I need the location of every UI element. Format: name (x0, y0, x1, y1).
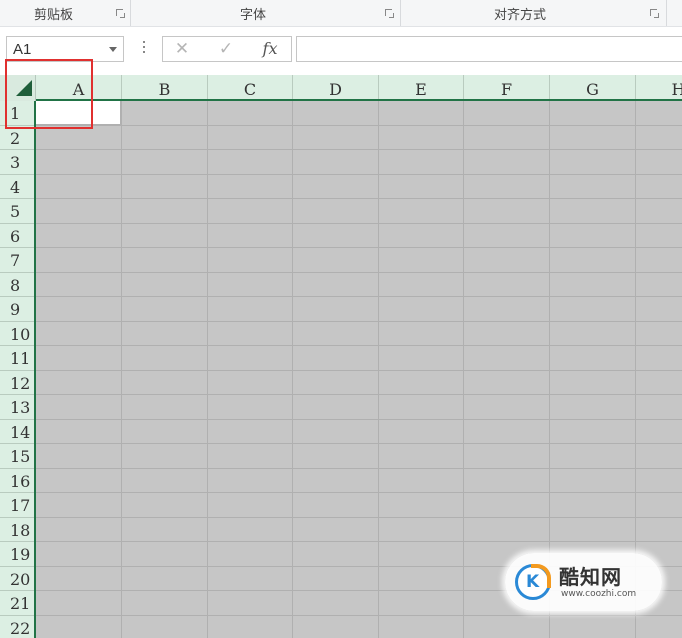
column-header-e[interactable]: E (379, 75, 464, 99)
row-header[interactable]: 8 (0, 273, 34, 297)
watermark: K 酷知网 www.coozhi.com (505, 553, 662, 611)
row-header[interactable]: 3 (0, 150, 34, 175)
row-header[interactable]: 5 (0, 199, 34, 224)
row-divider (36, 443, 682, 444)
formula-input[interactable] (296, 36, 682, 62)
ribbon-group-alignment: 对齐方式 (400, 0, 667, 26)
row-header[interactable]: 14 (0, 420, 34, 444)
row-divider (36, 174, 682, 175)
dialog-launcher-icon[interactable] (650, 9, 659, 18)
row-header[interactable]: 17 (0, 493, 34, 518)
row-divider (36, 223, 682, 224)
ribbon-group-clipboard: 剪贴板 (0, 0, 131, 26)
row-divider (36, 517, 682, 518)
more-options-icon[interactable] (142, 41, 146, 57)
row-header[interactable]: 4 (0, 175, 34, 199)
row-divider (36, 272, 682, 273)
column-header-c[interactable]: C (208, 75, 293, 99)
column-header-f[interactable]: F (464, 75, 550, 99)
watermark-url: www.coozhi.com (561, 589, 637, 599)
row-divider (36, 419, 682, 420)
column-header-d[interactable]: D (293, 75, 379, 99)
row-header-column: 1 2 3 4 5 6 7 8 9 10 11 12 13 14 15 16 1… (0, 101, 36, 638)
row-header[interactable]: 9 (0, 297, 34, 322)
enter-icon[interactable]: ✓ (211, 39, 241, 59)
row-divider (36, 321, 682, 322)
row-divider (36, 541, 682, 542)
ribbon-group-label: 字体 (240, 8, 267, 23)
row-header[interactable]: 11 (0, 346, 34, 371)
ribbon-group-font: 字体 (130, 0, 401, 26)
column-header-h[interactable]: H (636, 75, 682, 99)
row-divider (36, 247, 682, 248)
ribbon-group-bar: 剪贴板 字体 对齐方式 (0, 0, 682, 27)
column-header-g[interactable]: G (550, 75, 636, 99)
dialog-launcher-icon[interactable] (385, 9, 394, 18)
row-header[interactable]: 21 (0, 591, 34, 616)
row-divider (36, 492, 682, 493)
row-header[interactable]: 13 (0, 395, 34, 420)
row-divider (36, 125, 682, 126)
cancel-icon[interactable]: ✕ (167, 39, 197, 59)
row-divider (36, 394, 682, 395)
highlight-annotation-box (5, 59, 93, 129)
row-header[interactable]: 22 (0, 616, 34, 638)
row-header[interactable]: 2 (0, 126, 34, 150)
row-header[interactable]: 19 (0, 542, 34, 567)
formula-buttons: ✕ ✓ fx (162, 36, 292, 62)
ribbon-group-label: 剪贴板 (34, 8, 74, 23)
row-header[interactable]: 15 (0, 444, 34, 469)
row-divider (36, 296, 682, 297)
formula-bar: A1 ✕ ✓ fx (0, 27, 682, 75)
row-header[interactable]: 16 (0, 469, 34, 493)
row-header[interactable]: 12 (0, 371, 34, 395)
row-divider (36, 149, 682, 150)
column-header-row: A B C D E F G H (0, 75, 682, 101)
row-header[interactable]: 20 (0, 567, 34, 591)
column-header-b[interactable]: B (122, 75, 208, 99)
row-header[interactable]: 6 (0, 224, 34, 248)
row-header[interactable]: 10 (0, 322, 34, 346)
watermark-brand: 酷知网 (559, 565, 622, 589)
ribbon-group-label: 对齐方式 (494, 8, 547, 23)
row-divider (36, 468, 682, 469)
name-box-value: A1 (13, 41, 32, 58)
dialog-launcher-icon[interactable] (116, 9, 125, 18)
insert-function-button[interactable]: fx (255, 39, 285, 59)
row-header[interactable]: 7 (0, 248, 34, 273)
row-divider (36, 615, 682, 616)
row-header[interactable]: 18 (0, 518, 34, 542)
coozhi-logo-icon: K (515, 564, 551, 600)
row-divider (36, 198, 682, 199)
row-divider (36, 345, 682, 346)
chevron-down-icon[interactable] (109, 47, 117, 52)
row-divider (36, 370, 682, 371)
